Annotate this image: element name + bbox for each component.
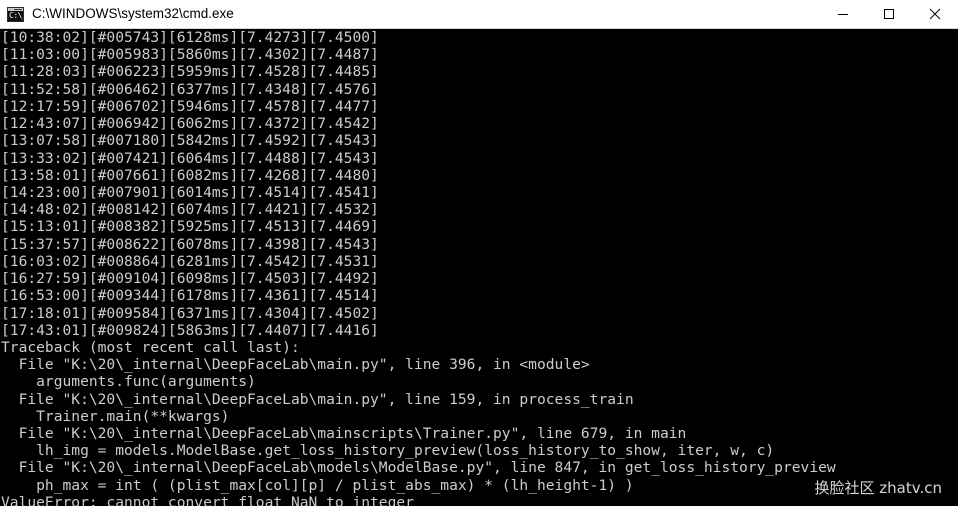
window-controls: [820, 0, 958, 29]
window-title: C:\WINDOWS\system32\cmd.exe: [32, 6, 234, 21]
maximize-button[interactable]: [866, 0, 912, 29]
cmd-console-icon: C:\_: [7, 6, 24, 22]
title-bar[interactable]: C:\_ C:\WINDOWS\system32\cmd.exe: [0, 0, 958, 29]
maximize-icon: [884, 9, 894, 19]
title-bar-left: C:\_ C:\WINDOWS\system32\cmd.exe: [0, 6, 820, 22]
watermark: 换脸社区 zhatv.cn: [814, 479, 942, 497]
cmd-window: C:\_ C:\WINDOWS\system32\cmd.exe: [0, 0, 958, 506]
close-icon: [929, 8, 941, 20]
console-text: [10:38:02][#005743][6128ms][7.4273][7.45…: [1, 29, 836, 506]
minimize-icon: [838, 14, 848, 15]
close-button[interactable]: [912, 0, 958, 29]
console-output-area[interactable]: [10:38:02][#005743][6128ms][7.4273][7.45…: [0, 29, 958, 506]
minimize-button[interactable]: [820, 0, 866, 29]
cmd-icon-prompt-glyph: C:\_: [9, 10, 23, 20]
